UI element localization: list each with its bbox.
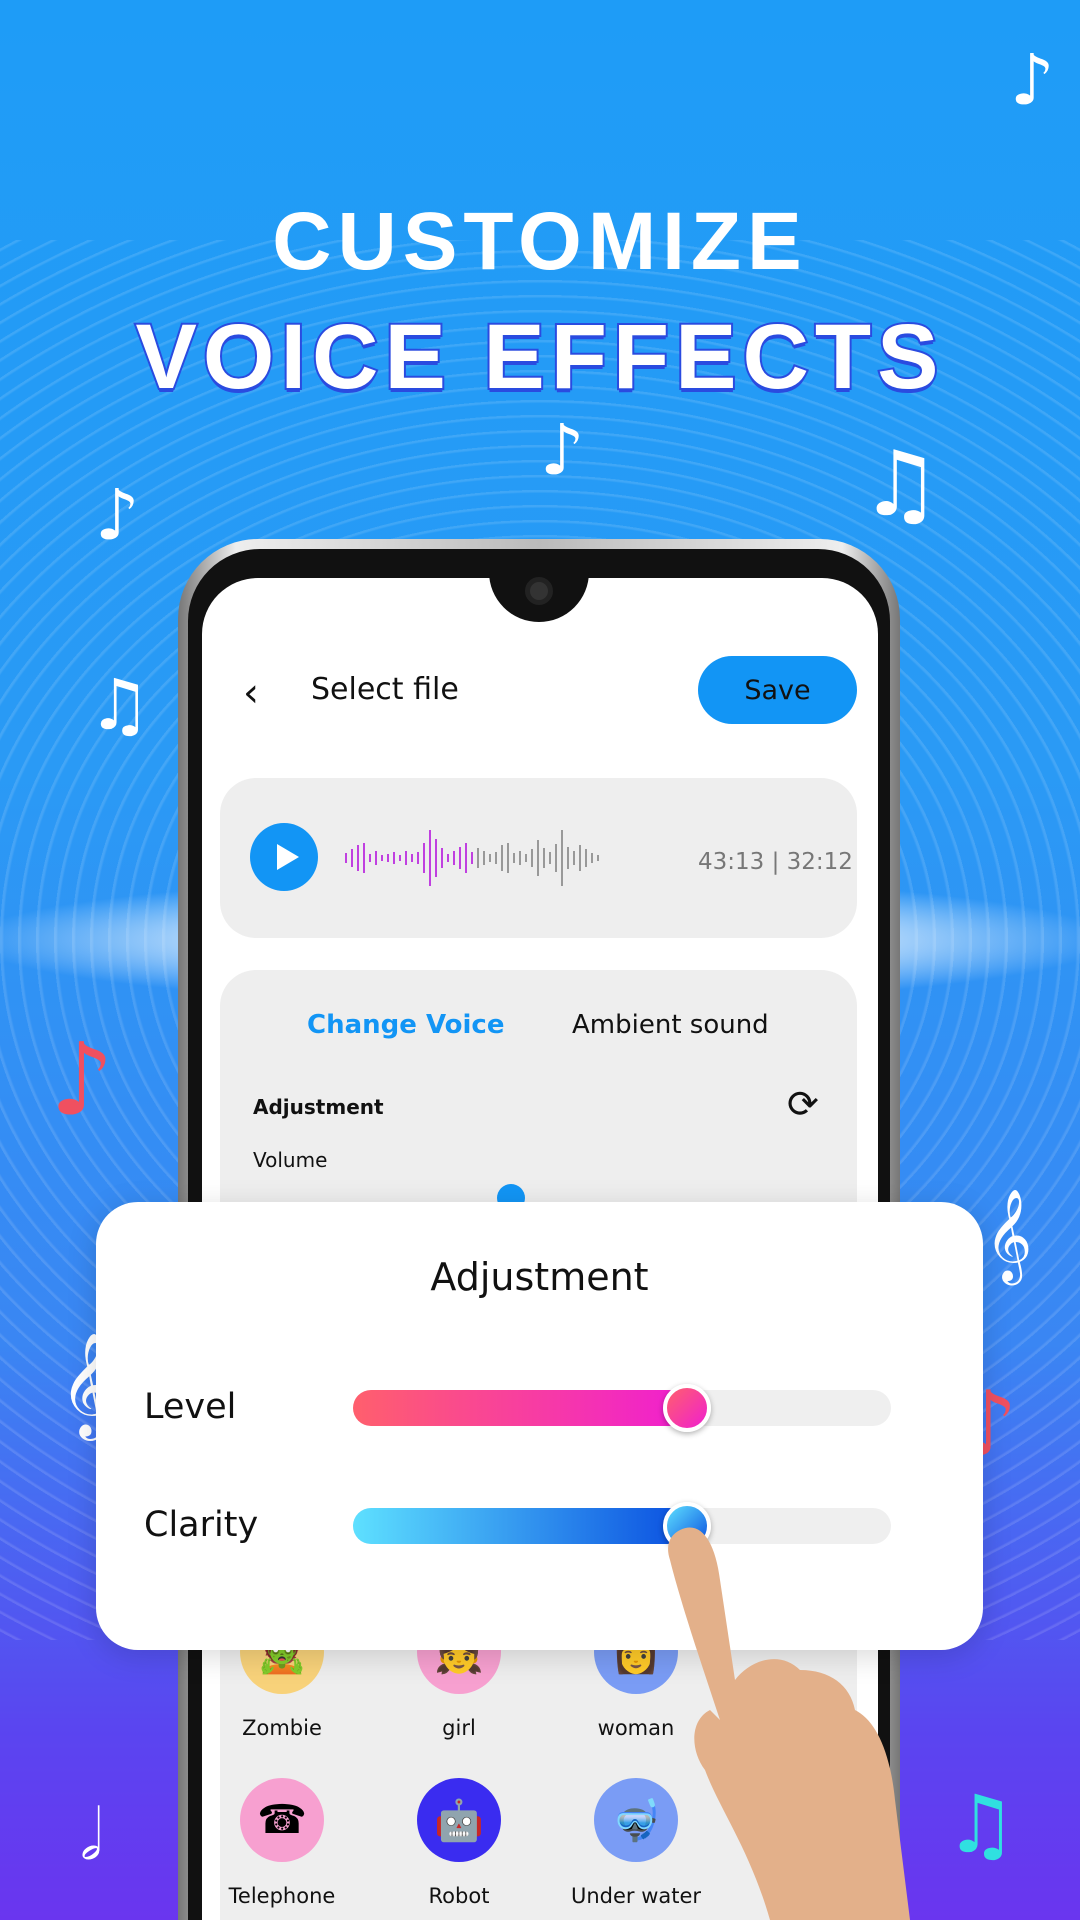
waveform-bar — [477, 848, 479, 868]
waveform-bar — [411, 854, 413, 862]
volume-label: Volume — [253, 1148, 328, 1172]
level-slider-knob[interactable] — [662, 1384, 711, 1432]
waveform-bar — [471, 852, 473, 864]
waveform-bar — [579, 845, 581, 871]
waveform-bar — [387, 854, 389, 862]
waveform-bar — [405, 851, 407, 865]
waveform-bar — [513, 853, 515, 863]
waveform-bar — [417, 852, 419, 864]
waveform-bar — [549, 852, 551, 864]
reset-icon[interactable]: ⟳ — [787, 1082, 819, 1126]
waveform-bar — [363, 843, 365, 873]
level-slider[interactable] — [353, 1390, 891, 1426]
waveform-bar — [399, 855, 401, 861]
treble-clef-icon: 𝄞 — [985, 1188, 1033, 1281]
save-button[interactable]: Save — [698, 656, 857, 724]
tab-change-voice[interactable]: Change Voice — [307, 1010, 504, 1040]
back-icon[interactable]: ‹ — [243, 670, 259, 716]
music-note-icon: ♪ — [1010, 39, 1055, 121]
waveform-bar — [483, 851, 485, 865]
waveform-bar — [525, 854, 527, 862]
headline-line1: CUSTOMIZE — [272, 196, 808, 287]
effect-label[interactable]: Telephone — [202, 1884, 362, 1908]
waveform-bar — [381, 855, 383, 861]
telephone-icon[interactable]: ☎ — [240, 1778, 324, 1862]
waveform-bar — [489, 854, 491, 862]
waveform-bar — [357, 845, 359, 871]
music-note-icon: ♪ — [540, 409, 585, 491]
music-notes-icon: ♫ — [860, 432, 941, 537]
waveform-bar — [453, 851, 455, 865]
waveform-bar — [507, 843, 509, 873]
waveform-bar — [435, 839, 437, 877]
playback-time: 43:13 | 32:12 — [698, 849, 853, 875]
page-title: Select file — [311, 672, 459, 707]
waveform-bar — [345, 853, 347, 863]
waveform-bar — [573, 851, 575, 865]
waveform-bar — [465, 843, 467, 873]
waveform-bar — [369, 854, 371, 862]
waveform-bar — [567, 847, 569, 869]
camera-icon — [525, 577, 553, 605]
music-note-icon: ♪ — [50, 1021, 114, 1138]
headline-line2: VOICE EFFECTS — [134, 304, 945, 410]
waveform-bar — [597, 855, 599, 861]
waveform[interactable] — [345, 830, 670, 886]
waveform-bar — [519, 851, 521, 865]
waveform-bar — [429, 830, 431, 886]
waveform-bar — [537, 840, 539, 876]
waveform-bar — [447, 854, 449, 862]
waveform-bar — [441, 848, 443, 868]
waveform-bar — [423, 843, 425, 873]
waveform-bar — [585, 849, 587, 867]
music-notes-icon: ♫ — [945, 1778, 1017, 1871]
half-note-icon: 𝅗𝅥 — [80, 1794, 103, 1876]
waveform-bar — [561, 830, 563, 886]
waveform-bar — [495, 852, 497, 864]
waveform-bar — [555, 844, 557, 872]
popup-title: Adjustment — [430, 1255, 649, 1299]
waveform-bar — [459, 847, 461, 869]
music-note-icon: ♪ — [95, 474, 140, 556]
waveform-bar — [375, 851, 377, 865]
waveform-bar — [543, 848, 545, 868]
clarity-label: Clarity — [144, 1505, 259, 1545]
effect-label[interactable]: girl — [379, 1716, 539, 1740]
level-label: Level — [144, 1387, 237, 1427]
effect-label[interactable]: Robot — [379, 1884, 539, 1908]
waveform-bar — [501, 845, 503, 871]
waveform-bar — [531, 849, 533, 867]
hand-pointer-image — [668, 1527, 910, 1920]
robot-icon[interactable]: 🤖 — [417, 1778, 501, 1862]
section-label: Adjustment — [253, 1095, 384, 1119]
waveform-bar — [591, 853, 593, 863]
effect-label[interactable]: Zombie — [202, 1716, 362, 1740]
waveform-bar — [351, 849, 353, 867]
waveform-bar — [393, 852, 395, 864]
music-notes-icon: ♫ — [88, 664, 151, 746]
tab-ambient-sound[interactable]: Ambient sound — [572, 1010, 769, 1040]
play-button[interactable] — [250, 823, 318, 891]
